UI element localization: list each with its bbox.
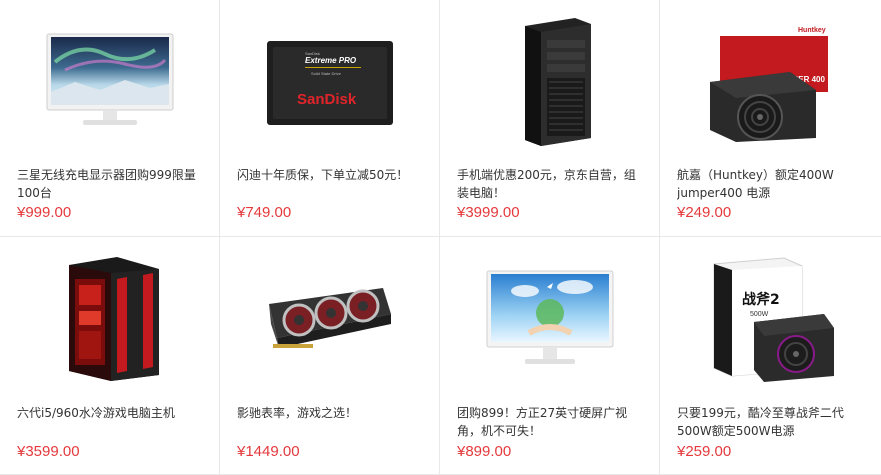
ssd-label-line3: Solid State Drive (311, 71, 342, 76)
product-price: ¥899.00 (457, 443, 512, 460)
product-price: ¥3599.00 (17, 443, 80, 460)
product-image[interactable]: 战斧2 500W (660, 249, 881, 389)
product-image[interactable] (440, 249, 659, 389)
product-card[interactable]: Huntkey JUMPER 400 航嘉（Huntkey）额定400W jum… (660, 0, 881, 237)
power-supply-icon: 战斧2 500W (713, 257, 834, 382)
product-title[interactable]: 只要199元，酷冷至尊战斧二代500W额定500W电源 (677, 404, 865, 440)
product-card[interactable]: 手机端优惠200元，京东自营，组装电脑！ ¥3999.00 (440, 0, 660, 237)
graphics-card-icon (268, 288, 391, 348)
product-price: ¥259.00 (677, 443, 732, 460)
product-card[interactable]: 团购899！方正27英寸硬屏广视角，机不可失！ ¥899.00 (440, 237, 660, 475)
monitor-icon (46, 33, 173, 125)
product-image[interactable] (0, 12, 219, 152)
product-card[interactable]: 战斧2 500W 只要199元，酷冷至尊战斧二代500W额定500W电源 ¥25… (660, 237, 881, 475)
product-title[interactable]: 三星无线充电显示器团购999限量100台 (17, 166, 203, 202)
ssd-brand: SanDisk (297, 91, 357, 108)
product-grid: 三星无线充电显示器团购999限量100台 ¥999.00 SanDisk Ext… (0, 0, 881, 475)
product-title[interactable]: 六代i5/960水冷游戏电脑主机 (17, 404, 203, 422)
product-card[interactable]: 六代i5/960水冷游戏电脑主机 ¥3599.00 (0, 237, 220, 475)
product-price: ¥999.00 (17, 204, 72, 221)
pc-case-icon (524, 18, 591, 146)
psu-box-watt: 500W (750, 311, 769, 318)
psu-box-name: 战斧2 (742, 291, 780, 308)
product-image[interactable]: SanDisk Extreme PRO Solid State Drive Sa… (220, 12, 439, 152)
gaming-pc-icon (68, 257, 159, 381)
product-price: ¥249.00 (677, 204, 732, 221)
product-card[interactable]: 三星无线充电显示器团购999限量100台 ¥999.00 (0, 0, 220, 237)
product-card[interactable]: 影驰表率，游戏之选！ ¥1449.00 (220, 237, 440, 475)
product-price: ¥3999.00 (457, 204, 520, 221)
product-title[interactable]: 闪迪十年质保，下单立减50元！ (237, 166, 423, 184)
product-image[interactable] (0, 249, 219, 389)
product-title[interactable]: 影驰表率，游戏之选！ (237, 404, 423, 422)
product-image[interactable]: Huntkey JUMPER 400 (660, 12, 881, 152)
monitor-icon (486, 270, 613, 364)
product-image[interactable] (220, 249, 439, 389)
product-title[interactable]: 手机端优惠200元，京东自营，组装电脑！ (457, 166, 643, 202)
psu-brand-label: Huntkey (798, 27, 826, 34)
product-title[interactable]: 团购899！方正27英寸硬屏广视角，机不可失！ (457, 404, 643, 440)
power-supply-icon: Huntkey JUMPER 400 (709, 22, 828, 142)
ssd-label-line2: Extreme PRO (305, 56, 357, 65)
ssd-icon: SanDisk Extreme PRO Solid State Drive Sa… (266, 40, 393, 125)
product-price: ¥1449.00 (237, 443, 300, 460)
product-card[interactable]: SanDisk Extreme PRO Solid State Drive Sa… (220, 0, 440, 237)
product-image[interactable] (440, 12, 659, 152)
product-price: ¥749.00 (237, 204, 292, 221)
product-title[interactable]: 航嘉（Huntkey）额定400W jumper400 电源 (677, 166, 865, 202)
